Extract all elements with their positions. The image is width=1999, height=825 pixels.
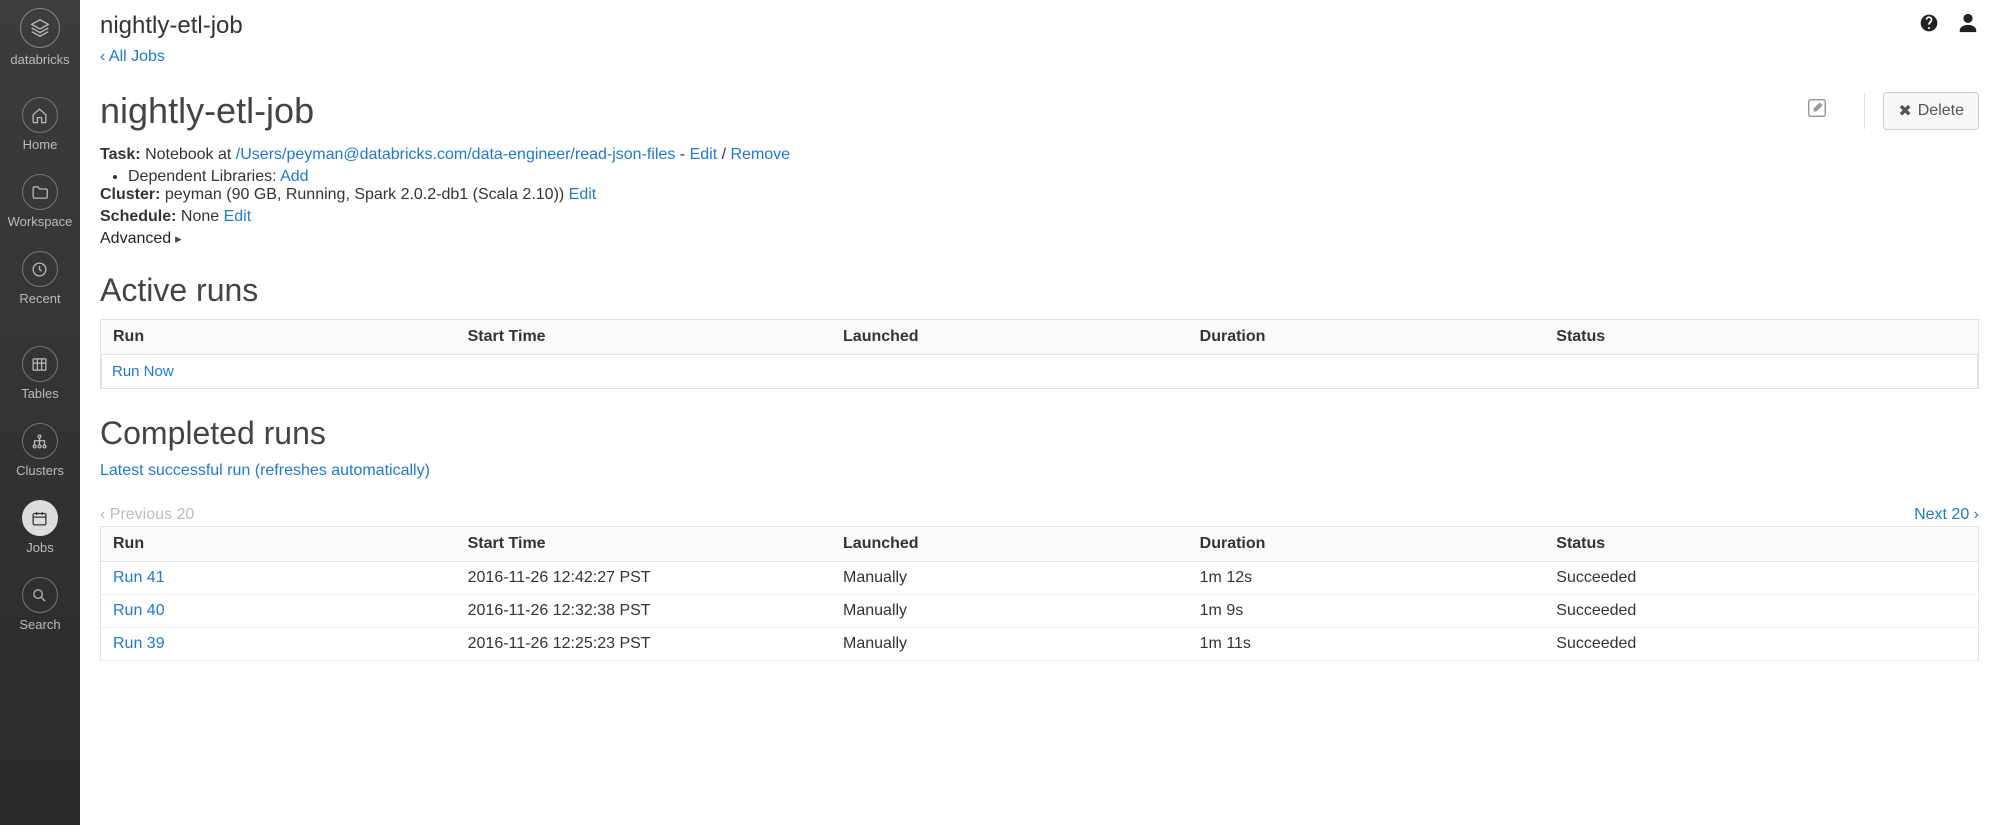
active-runs-header: Active runs bbox=[100, 272, 1979, 309]
completed-runs-table: Run Start Time Launched Duration Status … bbox=[100, 526, 1979, 661]
sitemap-icon bbox=[22, 423, 58, 459]
task-path-link[interactable]: /Users/peyman@databricks.com/data-engine… bbox=[236, 146, 676, 163]
col-launched: Launched bbox=[833, 527, 1190, 562]
col-start-time: Start Time bbox=[458, 527, 833, 562]
task-prefix: Notebook at bbox=[145, 146, 236, 163]
sidebar-item-label: Clusters bbox=[16, 463, 64, 478]
col-status: Status bbox=[1546, 320, 1978, 355]
job-title: nightly-etl-job bbox=[100, 90, 314, 132]
task-remove-link[interactable]: Remove bbox=[730, 146, 790, 163]
col-duration: Duration bbox=[1190, 320, 1547, 355]
next-page[interactable]: Next 20 › bbox=[1914, 506, 1979, 524]
divider bbox=[1864, 93, 1865, 129]
sidebar-item-label: Home bbox=[23, 137, 58, 152]
sidebar-item-search[interactable]: Search bbox=[8, 569, 73, 646]
sidebar-item-label: Recent bbox=[19, 291, 60, 306]
user-icon[interactable] bbox=[1957, 12, 1979, 40]
latest-run-link[interactable]: Latest successful run (refreshes automat… bbox=[100, 462, 430, 480]
folder-icon bbox=[22, 174, 58, 210]
sidebar-item-home[interactable]: Home bbox=[8, 89, 73, 166]
sidebar-item-label: Workspace bbox=[8, 214, 73, 229]
run-link[interactable]: Run 41 bbox=[113, 569, 165, 586]
sidebar-item-label: Tables bbox=[21, 386, 59, 401]
sidebar-item-jobs[interactable]: Jobs bbox=[8, 492, 73, 569]
completed-runs-header: Completed runs bbox=[100, 415, 1979, 452]
col-start-time: Start Time bbox=[458, 320, 833, 355]
brand-logo-icon[interactable] bbox=[20, 8, 60, 48]
cluster-edit-link[interactable]: Edit bbox=[569, 186, 597, 203]
all-jobs-link[interactable]: ‹ All Jobs bbox=[100, 48, 165, 66]
col-launched: Launched bbox=[833, 320, 1190, 355]
col-run: Run bbox=[101, 320, 458, 355]
table-icon bbox=[22, 346, 58, 382]
schedule-edit-link[interactable]: Edit bbox=[224, 208, 252, 225]
sidebar-item-tables[interactable]: Tables bbox=[8, 338, 73, 415]
close-icon: ✖ bbox=[1898, 101, 1911, 121]
sidebar-item-workspace[interactable]: Workspace bbox=[8, 166, 73, 243]
prev-page: ‹ Previous 20 bbox=[100, 506, 194, 524]
table-row: Run 412016-11-26 12:42:27 PSTManually1m … bbox=[101, 562, 1978, 595]
col-duration: Duration bbox=[1190, 527, 1547, 562]
home-icon bbox=[22, 97, 58, 133]
run-now-link[interactable]: Run Now bbox=[112, 363, 174, 380]
sidebar-item-label: Jobs bbox=[26, 540, 53, 555]
run-link[interactable]: Run 40 bbox=[113, 602, 165, 619]
search-icon bbox=[22, 577, 58, 613]
clock-icon bbox=[22, 251, 58, 287]
col-status: Status bbox=[1546, 527, 1978, 562]
col-run: Run bbox=[101, 527, 458, 562]
advanced-toggle[interactable]: Advanced bbox=[100, 230, 1979, 248]
run-link[interactable]: Run 39 bbox=[113, 635, 165, 652]
calendar-icon bbox=[22, 500, 58, 536]
sidebar-item-label: Search bbox=[19, 617, 60, 632]
active-runs-table: Run Start Time Launched Duration Status … bbox=[100, 319, 1979, 389]
task-line: Task: Notebook at /Users/peyman@databric… bbox=[100, 146, 1979, 164]
table-row: Run 402016-11-26 12:32:38 PSTManually1m … bbox=[101, 595, 1978, 628]
main-content: nightly-etl-job ‹ All Jobs nightly-etl-j… bbox=[80, 0, 1999, 825]
page-title: nightly-etl-job bbox=[100, 12, 243, 40]
cluster-line: Cluster: peyman (90 GB, Running, Spark 2… bbox=[100, 186, 1979, 204]
sidebar-item-recent[interactable]: Recent bbox=[8, 243, 73, 320]
brand-name: databricks bbox=[10, 52, 69, 67]
dependent-libraries-line: Dependent Libraries: Add bbox=[128, 168, 1979, 186]
help-icon[interactable] bbox=[1919, 13, 1939, 39]
sidebar: databricks Home Workspace Recent Tables Clus… bbox=[0, 0, 80, 825]
add-library-link[interactable]: Add bbox=[280, 168, 308, 185]
task-label: Task: bbox=[100, 146, 141, 163]
delete-button[interactable]: ✖ Delete bbox=[1883, 92, 1979, 130]
schedule-line: Schedule: None Edit bbox=[100, 208, 1979, 226]
edit-title-icon[interactable] bbox=[1788, 97, 1846, 125]
table-row: Run 392016-11-26 12:25:23 PSTManually1m … bbox=[101, 628, 1978, 661]
delete-button-label: Delete bbox=[1918, 102, 1964, 120]
sidebar-item-clusters[interactable]: Clusters bbox=[8, 415, 73, 492]
task-edit-link[interactable]: Edit bbox=[690, 146, 718, 163]
